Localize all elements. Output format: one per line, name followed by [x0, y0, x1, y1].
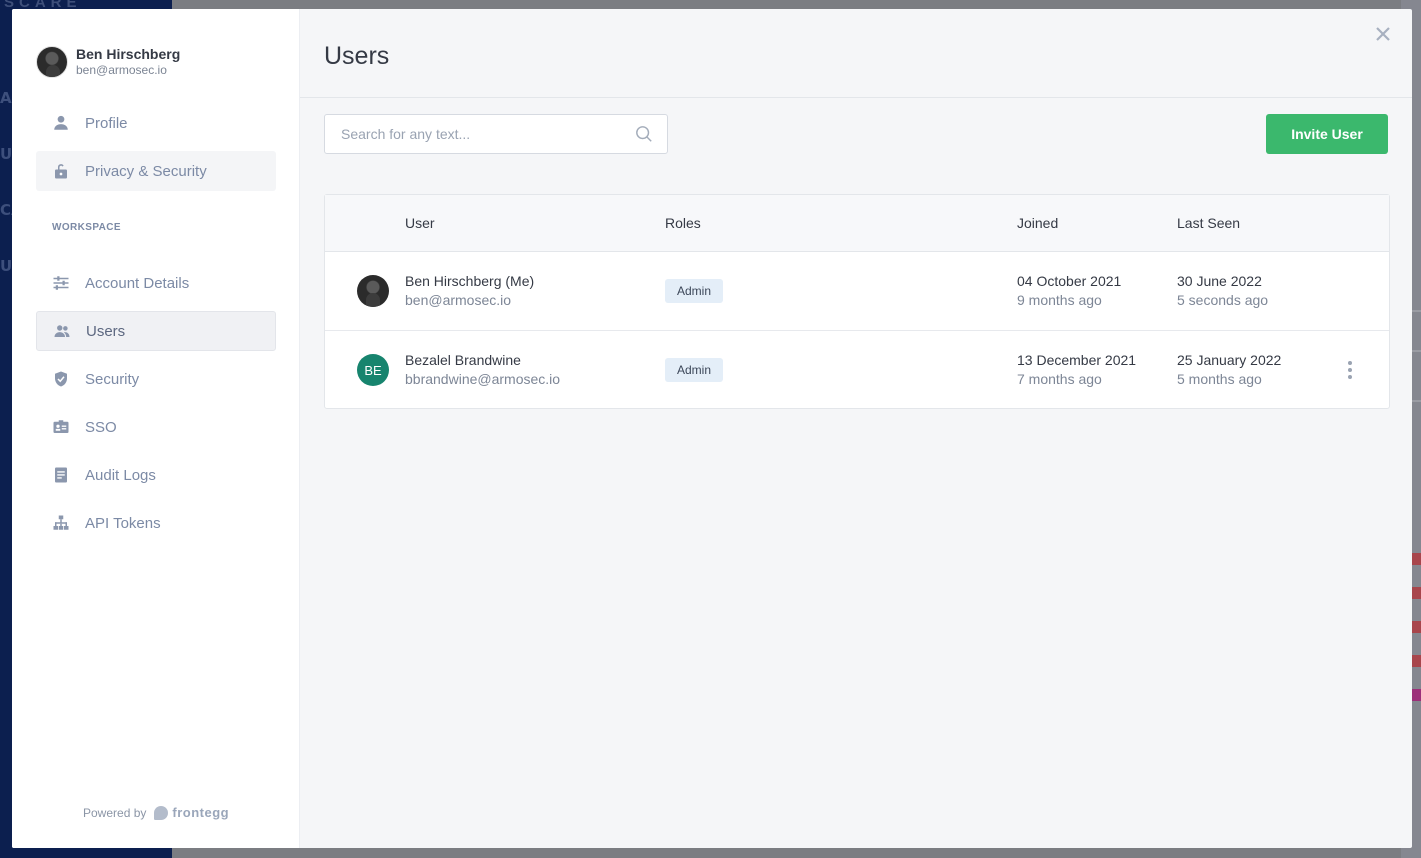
users-table: User Roles Joined Last Seen Ben Hirschbe…: [324, 194, 1390, 409]
avatar: BE: [357, 354, 389, 386]
table-row[interactable]: Ben Hirschberg (Me) ben@armosec.io Admin…: [325, 252, 1389, 331]
frontegg-mark-icon: [154, 805, 169, 820]
sliders-icon: [52, 274, 70, 292]
sidebar-item-sso[interactable]: SSO: [36, 407, 276, 447]
sidebar-item-label: Security: [85, 370, 140, 388]
column-header-last-seen[interactable]: Last Seen: [1177, 215, 1240, 231]
sidebar-item-audit-logs[interactable]: Audit Logs: [36, 455, 276, 495]
profile-email: ben@armosec.io: [76, 63, 167, 77]
last-seen-date: 25 January 2022: [1177, 352, 1282, 368]
id-card-icon: [52, 418, 70, 436]
last-seen-relative: 5 months ago: [1177, 371, 1262, 387]
column-header-joined[interactable]: Joined: [1017, 215, 1058, 231]
role-badge: Admin: [665, 279, 724, 303]
avatar: [357, 275, 389, 307]
table-row[interactable]: BE Bezalel Brandwine bbrandwine@armosec.…: [325, 331, 1389, 408]
sidebar-item-label: SSO: [85, 418, 117, 436]
sidebar-item-label: API Tokens: [85, 514, 161, 532]
powered-by-text: Powered by: [83, 805, 147, 820]
document-icon: [52, 466, 70, 484]
sidebar-item-profile[interactable]: Profile: [36, 103, 276, 143]
page-title: Users: [324, 42, 390, 70]
lock-icon: [52, 162, 70, 180]
sidebar: Ben Hirschberg ben@armosec.io Profile Pr…: [12, 9, 300, 848]
joined-relative: 7 months ago: [1017, 371, 1102, 387]
table-header: User Roles Joined Last Seen: [325, 195, 1389, 252]
invite-user-button[interactable]: Invite User: [1266, 114, 1388, 154]
profile-header: Ben Hirschberg ben@armosec.io: [36, 46, 180, 78]
column-header-roles[interactable]: Roles: [665, 215, 701, 231]
search-input[interactable]: [341, 126, 635, 142]
backdrop-fragment: U: [0, 257, 13, 275]
brand-name: frontegg: [172, 805, 230, 820]
powered-by-footer: Powered by frontegg: [83, 805, 229, 820]
joined-date: 13 December 2021: [1017, 352, 1137, 368]
user-name: Ben Hirschberg (Me): [405, 273, 535, 289]
sidebar-item-label: Account Details: [85, 274, 190, 292]
sidebar-item-label: Users: [86, 322, 126, 340]
header-divider: [300, 97, 1412, 98]
role-badge: Admin: [665, 358, 724, 382]
main-content: Users Invite User User Roles Joined Last…: [300, 9, 1412, 848]
person-icon: [52, 114, 70, 132]
hierarchy-icon: [52, 514, 70, 532]
close-icon[interactable]: [1372, 23, 1394, 45]
column-header-user[interactable]: User: [405, 215, 435, 231]
more-options-icon[interactable]: [1345, 359, 1355, 381]
user-name: Bezalel Brandwine: [405, 352, 521, 368]
avatar: [36, 46, 68, 78]
user-email: ben@armosec.io: [405, 292, 512, 308]
workspace-section-label: WORKSPACE: [52, 222, 121, 233]
users-icon: [53, 322, 71, 340]
frontegg-logo: frontegg: [154, 805, 229, 820]
user-email: bbrandwine@armosec.io: [405, 371, 561, 387]
last-seen-date: 30 June 2022: [1177, 273, 1262, 289]
joined-date: 04 October 2021: [1017, 273, 1122, 289]
profile-name: Ben Hirschberg: [76, 46, 181, 62]
last-seen-relative: 5 seconds ago: [1177, 292, 1269, 308]
admin-portal-modal: Ben Hirschberg ben@armosec.io Profile Pr…: [12, 9, 1412, 848]
sidebar-item-api-tokens[interactable]: API Tokens: [36, 503, 276, 543]
joined-relative: 9 months ago: [1017, 292, 1102, 308]
shield-icon: [52, 370, 70, 388]
sidebar-item-label: Audit Logs: [85, 466, 156, 484]
sidebar-item-security[interactable]: Security: [36, 359, 276, 399]
sidebar-item-label: Profile: [85, 114, 128, 132]
sidebar-item-account-details[interactable]: Account Details: [36, 263, 276, 303]
search-box: [324, 114, 668, 154]
sidebar-item-users[interactable]: Users: [36, 311, 276, 351]
search-icon[interactable]: [635, 125, 653, 143]
sidebar-item-privacy-security[interactable]: Privacy & Security: [36, 151, 276, 191]
sidebar-item-label: Privacy & Security: [85, 162, 207, 180]
